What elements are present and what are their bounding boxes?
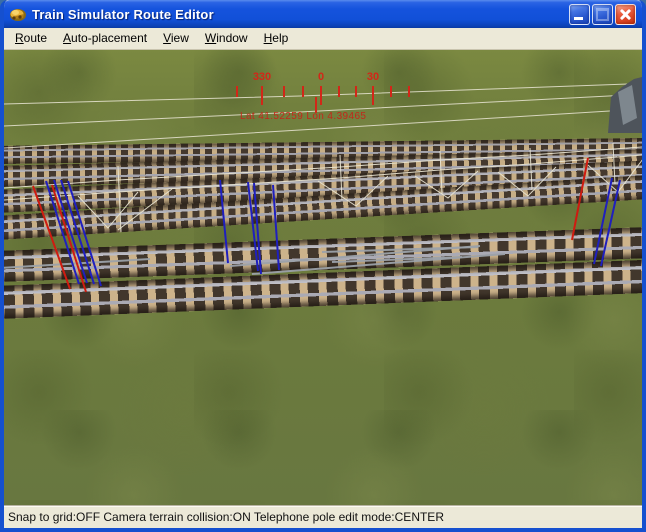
red-telephone-pole[interactable]: [572, 158, 588, 240]
app-icon: [9, 5, 27, 23]
catenary-wire: [78, 192, 138, 228]
switch-rail: [252, 254, 505, 274]
switch-rail: [322, 247, 478, 252]
status-bar: Snap to grid:OFF Camera terrain collisio…: [4, 505, 642, 527]
status-text: Snap to grid:OFF Camera terrain collisio…: [8, 510, 444, 524]
position-readout: Lat 41.52259 Lon 4.39465: [240, 111, 366, 122]
catenary-wire: [118, 189, 172, 230]
blue-telephone-pole[interactable]: [68, 181, 101, 286]
catenary-wire: [118, 166, 121, 232]
window-title: Train Simulator Route Editor: [32, 7, 569, 22]
menu-route[interactable]: Route: [7, 29, 55, 48]
catenary-wire: [318, 176, 388, 206]
menu-window[interactable]: Window: [197, 29, 256, 48]
window-controls: [569, 4, 636, 25]
app-window: Train Simulator Route Editor RouteAuto-p…: [0, 0, 646, 532]
catenary-wire: [530, 148, 532, 190]
catenary-wire: [440, 151, 442, 194]
menu-auto-placement[interactable]: Auto-placement: [55, 29, 155, 48]
minimize-icon: [574, 17, 583, 20]
catenary-wire: [4, 147, 642, 188]
catenary-wire: [498, 167, 556, 196]
red-telephone-pole[interactable]: [52, 185, 86, 292]
blue-telephone-pole[interactable]: [220, 180, 228, 263]
viewport-3d[interactable]: 330 0 30 Lat 41.52259 Lon 4.39465: [4, 50, 642, 505]
maximize-icon: [596, 8, 609, 21]
compass-label: 30: [367, 71, 379, 83]
menu-view[interactable]: View: [155, 29, 197, 48]
compass-label: 330: [253, 71, 271, 83]
menu-help[interactable]: Help: [256, 29, 297, 48]
blue-telephone-pole[interactable]: [594, 178, 612, 264]
catenary-wire: [415, 171, 478, 198]
titlebar[interactable]: Train Simulator Route Editor: [4, 0, 642, 28]
maximize-button[interactable]: [592, 4, 613, 25]
blue-telephone-pole[interactable]: [273, 185, 279, 270]
menubar: RouteAuto-placementViewWindowHelp: [4, 28, 642, 50]
close-button[interactable]: [615, 4, 636, 25]
close-icon: [619, 8, 632, 21]
blue-telephone-pole[interactable]: [601, 180, 620, 266]
compass-label: 0: [318, 71, 324, 83]
minimize-button[interactable]: [569, 4, 590, 25]
